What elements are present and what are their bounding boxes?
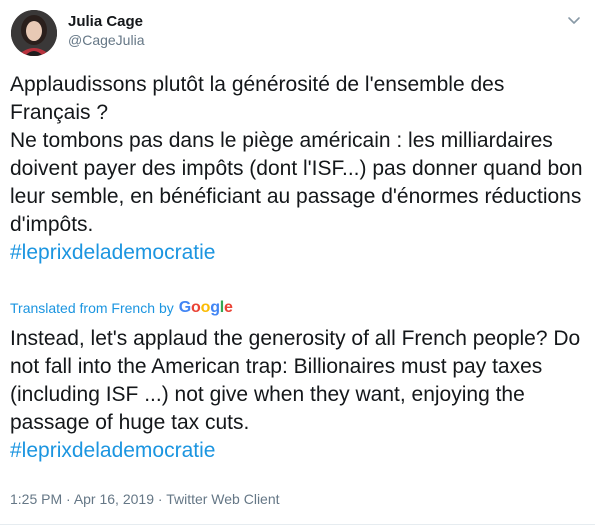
author-info: Julia Cage @CageJulia [68, 12, 144, 50]
translated-from-link[interactable]: Translated from French [10, 298, 155, 318]
tweet-body: Applaudissons plutôt la générosité de l'… [10, 73, 583, 236]
tweet-client[interactable]: Twitter Web Client [166, 491, 279, 507]
tweet-date[interactable]: Apr 16, 2019 [74, 491, 154, 507]
author-display-name[interactable]: Julia Cage [68, 12, 144, 31]
google-logo-o1: o [191, 299, 201, 316]
google-logo-g1: G [178, 299, 192, 316]
google-logo-o2: o [200, 299, 211, 316]
meta-separator: · [62, 491, 74, 507]
google-logo: Google [179, 298, 233, 318]
tweet-time[interactable]: 1:25 PM [10, 491, 62, 507]
avatar[interactable] [11, 10, 57, 56]
translation-credit: Translated from French by Google [10, 298, 233, 318]
tweet-card: Julia Cage @CageJulia Applaudissons plut… [0, 0, 595, 525]
tweet-header: Julia Cage @CageJulia [8, 8, 588, 58]
google-logo-g2: g [210, 299, 220, 316]
author-handle[interactable]: @CageJulia [68, 31, 144, 50]
tweet-metadata: 1:25 PM · Apr 16, 2019 · Twitter Web Cli… [10, 489, 280, 509]
tweet-hashtag[interactable]: #leprixdelademocratie [10, 241, 215, 264]
translated-text: Instead, let's applaud the generosity of… [10, 325, 585, 465]
translated-hashtag[interactable]: #leprixdelademocratie [10, 437, 585, 465]
translated-body: Instead, let's applaud the generosity of… [10, 327, 581, 434]
google-logo-e: e [224, 299, 233, 316]
avatar-photo [11, 10, 57, 56]
tweet-text: Applaudissons plutôt la générosité de l'… [10, 71, 585, 267]
chevron-down-icon[interactable] [564, 10, 584, 30]
meta-separator-2: · [153, 491, 167, 507]
translation-by-label: by [158, 300, 174, 316]
